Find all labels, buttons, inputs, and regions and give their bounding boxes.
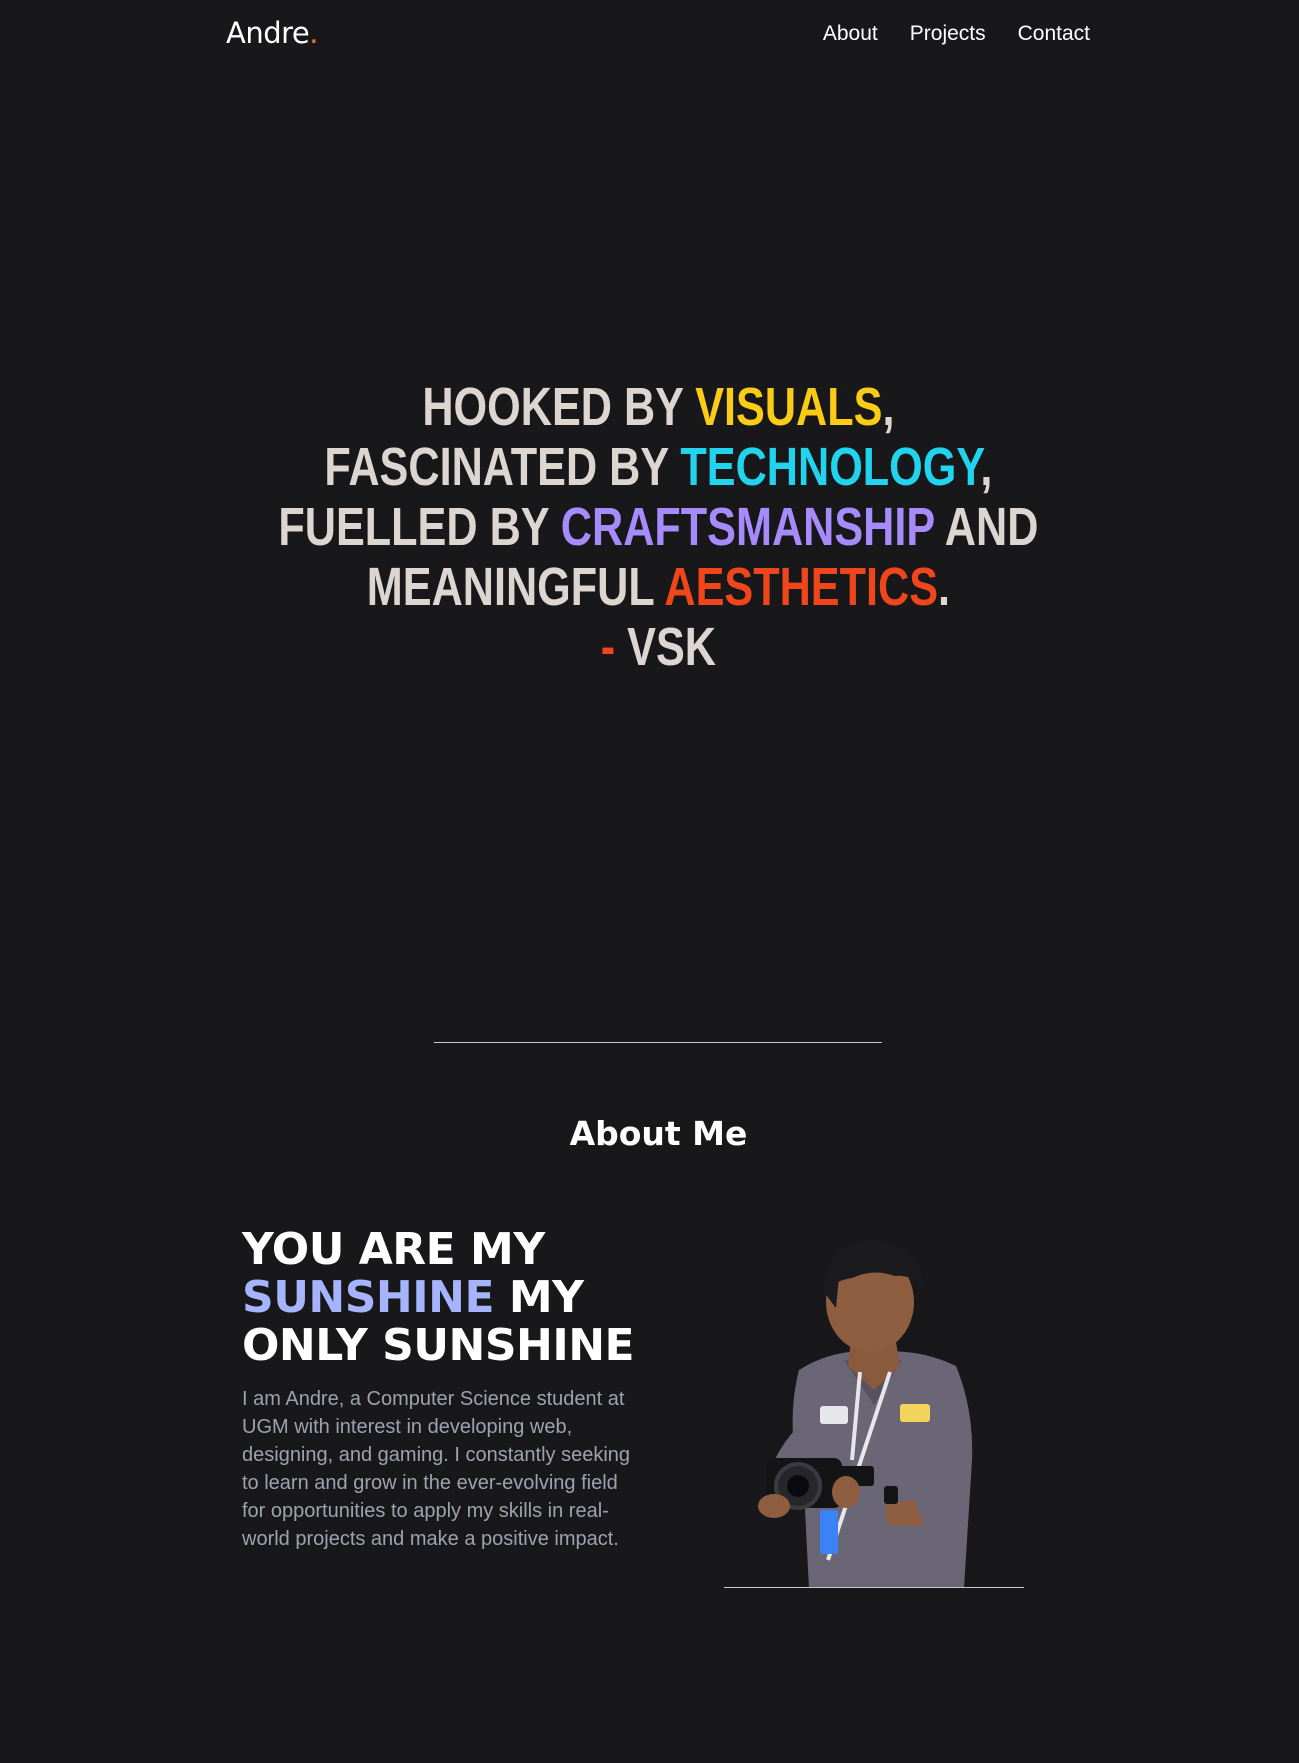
nav-link-projects[interactable]: Projects xyxy=(910,22,986,46)
hero-punct: , xyxy=(882,377,895,437)
hero-highlight-craftsmanship: CRAFTSMANSHIP xyxy=(560,497,935,557)
hero-author-line: - VSK xyxy=(132,617,1186,677)
hero-line-1: HOOKED BY VISUALS, xyxy=(132,377,1186,437)
about-section-title: About Me xyxy=(569,1114,748,1153)
hero-text: AND xyxy=(934,497,1039,557)
hero-highlight-technology: TECHNOLOGY xyxy=(680,437,981,497)
nav-link-about[interactable]: About xyxy=(823,22,878,46)
photo-divider xyxy=(724,1587,1024,1588)
hero-punct: , xyxy=(980,437,993,497)
hero-highlight-visuals: VISUALS xyxy=(695,377,883,437)
about-heading-line-2: SUNSHINE MY xyxy=(242,1274,634,1322)
hero-quote: HOOKED BY VISUALS, FASCINATED BY TECHNOL… xyxy=(132,377,1186,677)
hero-punct: . xyxy=(938,557,951,617)
section-divider xyxy=(434,1042,882,1043)
hero-highlight-aesthetics: AESTHETICS xyxy=(664,557,939,617)
site-logo[interactable]: Andre. xyxy=(226,16,318,50)
about-heading-text: MY xyxy=(494,1272,584,1323)
about-heading: YOU ARE MY SUNSHINE MY ONLY SUNSHINE xyxy=(242,1224,635,1371)
hero-text: MEANINGFUL xyxy=(366,557,665,617)
nav-link-contact[interactable]: Contact xyxy=(1018,22,1090,46)
logo-dot: . xyxy=(309,16,318,50)
hero-line-2: FASCINATED BY TECHNOLOGY, xyxy=(132,437,1186,497)
about-heading-line-1: YOU ARE MY xyxy=(242,1224,545,1275)
person-with-camera-photo xyxy=(758,1240,973,1588)
hero-text: FUELLED BY xyxy=(278,497,561,557)
about-description: I am Andre, a Computer Science student a… xyxy=(242,1388,631,1550)
hero-line-4: MEANINGFUL AESTHETICS. xyxy=(132,557,1186,617)
hero-text: HOOKED BY xyxy=(422,377,696,437)
hero-text: FASCINATED BY xyxy=(324,437,681,497)
about-highlight-sunshine: SUNSHINE xyxy=(242,1272,495,1323)
main-nav: About Projects Contact xyxy=(823,22,1090,46)
logo-text: Andre xyxy=(226,16,310,50)
author-dash: - xyxy=(600,617,628,677)
hero-line-3: FUELLED BY CRAFTSMANSHIP AND xyxy=(132,497,1186,557)
about-heading-line-3: ONLY SUNSHINE xyxy=(242,1320,635,1371)
hero-author: VSK xyxy=(627,617,717,677)
